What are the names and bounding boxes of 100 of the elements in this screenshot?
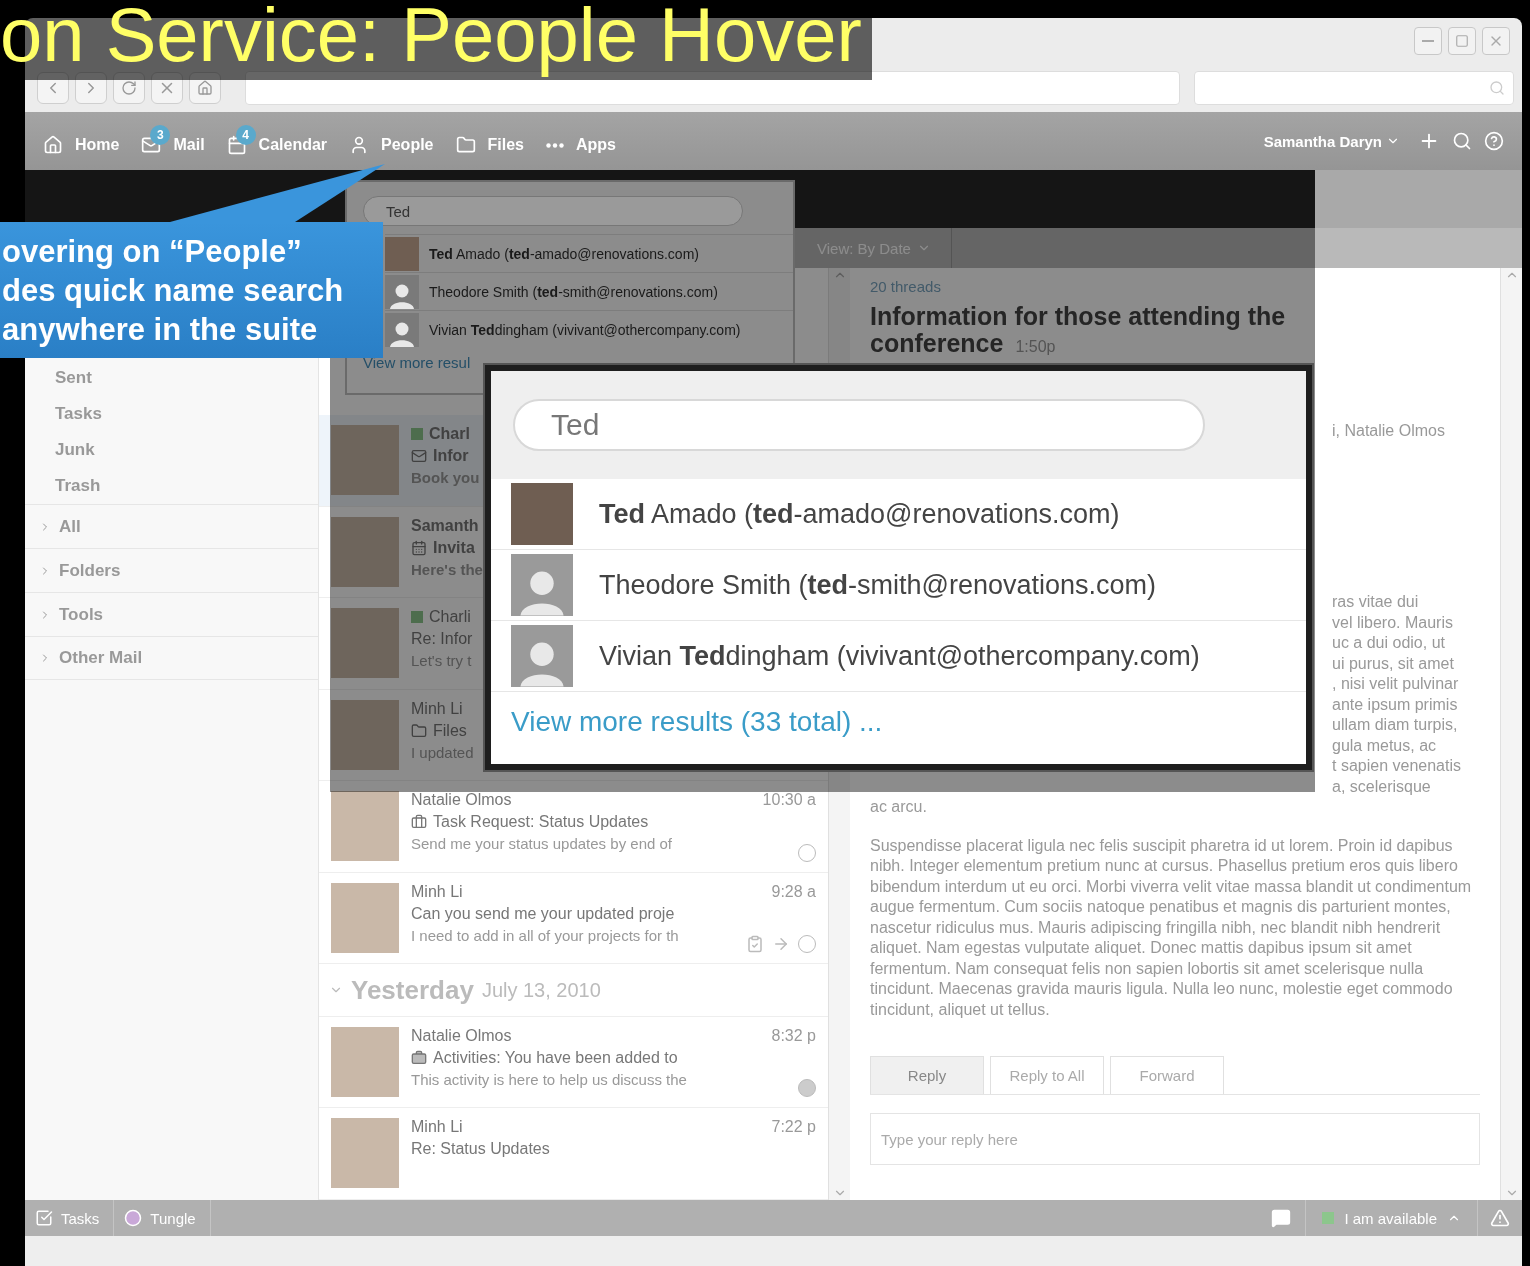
search-field[interactable]: Ted [513, 399, 1205, 451]
status-label: Tungle [150, 1209, 196, 1227]
nav-link[interactable]: Home [43, 125, 120, 157]
photo-placeholder [331, 1118, 399, 1189]
reply-tab[interactable]: Reply to All [990, 1056, 1104, 1094]
search-icon[interactable] [1452, 131, 1472, 151]
nav-link[interactable]: 3 Mail [141, 125, 205, 157]
folder-icon [455, 135, 476, 155]
message-subject: Re: Infor [411, 630, 473, 649]
photo-placeholder [331, 791, 399, 862]
section-label: All [59, 516, 81, 537]
reply-tab[interactable]: Reply [870, 1056, 984, 1094]
callout-text: overing on “People” [2, 232, 302, 271]
reload-button[interactable] [113, 72, 145, 104]
message-preview: I need to add in all of your projects for th [411, 926, 679, 944]
sidebar-section[interactable]: Tools [25, 592, 318, 636]
tungle-icon [124, 1209, 143, 1227]
status-circle[interactable] [798, 1079, 816, 1098]
nav-link[interactable]: Files [455, 125, 524, 157]
body-paragraph: Suspendisse placerat ligula nec felis suscipit pharetra id ut lorem. Proin id dapibus nibh. Integer elementum pretium nunc at cursus. Phasellus pretium eros quis libero bibendum interdum ut eu orci. Morbi viverra velit vitae massa blandit ut condimentum augue fermentum. Cum sociis natoque penatibus et magnis dis parturient montes, nascetur ridiculus mus. Mauris adipiscing fringilla nibh, nec blandit nibh hendrerit aliquet. Nam egestas vulputate aliquet. Donec mattis dapibus ipsum sit amet fermentum. Nam consequat felis non sapien lobortis sit amet scelerisque nulla tincidunt. Maecenas gravida mauris ligula. Nulla leo nunc, molestie eget commodo tincidunt, aliquet ut tellus. [870, 835, 1473, 1020]
message-time: 8:32 p [771, 1026, 816, 1045]
nav-link[interactable]: Apps [546, 126, 616, 156]
more-results-link[interactable]: View more results (33 total) ... [491, 692, 1306, 752]
checkbox-icon [35, 1209, 53, 1227]
body-text: gula metus, ac [1332, 735, 1438, 756]
group-title: Yesterday [351, 974, 474, 1006]
photo-placeholder [331, 608, 399, 679]
close-button[interactable] [1482, 27, 1510, 55]
minimize-button[interactable] [1414, 27, 1442, 55]
help-icon[interactable] [1484, 131, 1504, 151]
folder-link[interactable]: Trash [25, 468, 318, 504]
nav-link[interactable]: 4 Calendar [226, 125, 328, 157]
body-text: ullam diam turpis, [1332, 715, 1459, 735]
nav-label: Files [487, 136, 524, 154]
body-text: ante ipsum primis [1332, 694, 1459, 715]
thread-count[interactable]: 20 threads [870, 278, 1480, 295]
search-field[interactable]: Ted [363, 196, 743, 226]
sidebar-section[interactable]: Other Mail [25, 636, 318, 680]
task-icon [411, 814, 427, 831]
folder-icon [411, 722, 427, 739]
sidebar-section[interactable]: Folders [25, 548, 318, 592]
nav-label: Apps [576, 136, 616, 154]
section-label: Tools [59, 604, 104, 625]
message-subject: Infor [433, 447, 469, 465]
chat-icon[interactable] [1271, 1208, 1292, 1228]
message-preview: Here's the [411, 560, 483, 578]
home-icon [197, 80, 213, 96]
nav-label: Home [75, 136, 120, 154]
envelope-icon [411, 448, 427, 464]
body-text: ras vitae dui [1332, 592, 1420, 612]
message-subject: Invita [433, 538, 475, 557]
body-text: a, scelerisque [1332, 776, 1432, 797]
sender-name: Charli [429, 608, 471, 627]
message-time: 10:30 a [762, 791, 816, 810]
nav-label: Mail [173, 136, 205, 154]
search-result[interactable]: Ted Amado (ted-amado@renovations.com) [385, 234, 793, 272]
forward-button[interactable] [75, 72, 107, 104]
sidebar-section[interactable]: All [25, 504, 318, 548]
message-preview: This activity is here to help us discuss the [411, 1070, 687, 1088]
home-icon [43, 135, 63, 155]
sender-name: Minh Li [411, 1118, 463, 1137]
nav-link[interactable]: People [349, 125, 434, 157]
sender-name: Natalie Olmos [411, 791, 512, 810]
callout-text: des quick name search [2, 271, 344, 310]
search-result[interactable]: Ted Amado (ted-amado@renovations.com) [491, 479, 1306, 550]
body-text: ui purus, sit amet [1332, 653, 1455, 674]
body-text: vel libero. Mauris [1332, 612, 1454, 633]
folder-link[interactable]: Tasks [25, 396, 318, 432]
message-subject: Re: Status Updates [411, 1140, 550, 1159]
body-text: t sapien venenatis [1332, 756, 1462, 776]
reply-tab[interactable]: Forward [1110, 1056, 1224, 1094]
back-button[interactable] [37, 72, 69, 104]
search-result[interactable]: Vivian Teddingham (vivivant@othercompany.com) [385, 310, 793, 348]
photo-placeholder [331, 882, 399, 953]
briefcase-icon [411, 1049, 427, 1066]
search-result[interactable]: Vivian Teddingham (vivivant@othercompany.com) [491, 621, 1306, 692]
status-label: Tasks [61, 1209, 100, 1227]
home-button[interactable] [189, 72, 221, 104]
maximize-button[interactable] [1448, 27, 1476, 55]
message-preview: Let's try t [411, 652, 472, 670]
search-field[interactable] [1194, 71, 1514, 105]
stop-button[interactable] [151, 72, 183, 104]
folder-link[interactable]: Sent [25, 360, 318, 396]
dots-icon [546, 142, 564, 148]
reply-field[interactable]: Type your reply here [870, 1113, 1480, 1165]
sender-name: Minh Li [411, 699, 463, 718]
clipboard-icon[interactable] [746, 935, 764, 954]
reload-icon [121, 80, 137, 96]
message-preview: Send me your status updates by end of [411, 835, 672, 853]
message-time: 9:28 a [771, 882, 816, 901]
user-menu[interactable]: Samantha Daryn [1257, 131, 1406, 151]
warning-icon[interactable] [1490, 1208, 1510, 1228]
photo-placeholder [331, 699, 399, 770]
section-label: Folders [59, 560, 121, 581]
search-result[interactable]: Theodore Smith (ted-smith@renovations.com) [385, 272, 793, 310]
thread-title: Information for those attending the conference 1:50p [870, 303, 1287, 359]
folder-link[interactable]: Junk [25, 432, 318, 468]
search-result[interactable]: Theodore Smith (ted-smith@renovations.com) [491, 550, 1306, 621]
sender-name: Minh Li [411, 882, 463, 901]
message-subject: Task Request: Status Updates [433, 813, 649, 832]
